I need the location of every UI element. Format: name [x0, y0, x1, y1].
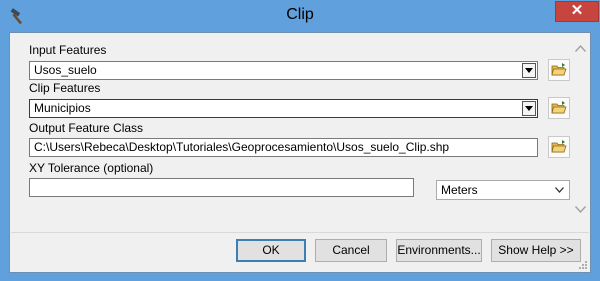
chevron-down-icon[interactable]	[575, 206, 586, 213]
button-bar-divider	[11, 232, 589, 233]
title-bar[interactable]: Clip ✕	[0, 0, 600, 33]
environments-button[interactable]: Environments...	[396, 239, 482, 262]
open-folder-icon	[551, 101, 567, 114]
dialog-window: Clip ✕ Input Features Usos_suelo Clip Fe…	[0, 0, 600, 281]
close-icon: ✕	[570, 2, 584, 19]
window-title: Clip	[286, 6, 314, 23]
input-features-dropdown[interactable]: Usos_suelo	[29, 61, 538, 80]
vertical-scrollbar[interactable]	[572, 37, 589, 232]
input-features-browse-button[interactable]	[548, 59, 570, 81]
resize-grip-icon[interactable]	[578, 260, 588, 270]
xy-tolerance-label: XY Tolerance (optional)	[29, 161, 154, 175]
clip-features-label: Clip Features	[29, 81, 101, 95]
xy-tolerance-unit-select[interactable]: Meters	[436, 180, 570, 200]
dialog-body: Input Features Usos_suelo Clip Features …	[9, 32, 591, 273]
open-folder-icon	[551, 63, 567, 76]
cancel-button[interactable]: Cancel	[315, 239, 387, 262]
chevron-down-icon[interactable]	[522, 101, 536, 116]
close-button[interactable]: ✕	[555, 1, 599, 22]
clip-features-browse-button[interactable]	[548, 97, 570, 119]
output-feature-class-label: Output Feature Class	[29, 121, 144, 135]
xy-tolerance-unit-value: Meters	[441, 183, 478, 197]
ok-button[interactable]: OK	[236, 239, 306, 262]
clip-features-value: Municipios	[34, 101, 91, 115]
output-feature-class-browse-button[interactable]	[548, 136, 570, 158]
input-features-label: Input Features	[29, 43, 107, 57]
open-folder-icon	[551, 140, 567, 153]
parameters-panel: Input Features Usos_suelo Clip Features …	[20, 37, 572, 232]
show-help-button[interactable]: Show Help >>	[491, 239, 581, 262]
input-features-value: Usos_suelo	[34, 63, 97, 77]
xy-tolerance-input[interactable]	[29, 178, 414, 197]
chevron-up-icon[interactable]	[575, 45, 586, 52]
output-feature-class-input[interactable]: C:\Users\Rebeca\Desktop\Tutoriales\Geopr…	[29, 138, 538, 157]
chevron-down-icon	[555, 187, 564, 193]
chevron-down-icon[interactable]	[522, 63, 536, 78]
clip-features-dropdown[interactable]: Municipios	[29, 99, 538, 118]
